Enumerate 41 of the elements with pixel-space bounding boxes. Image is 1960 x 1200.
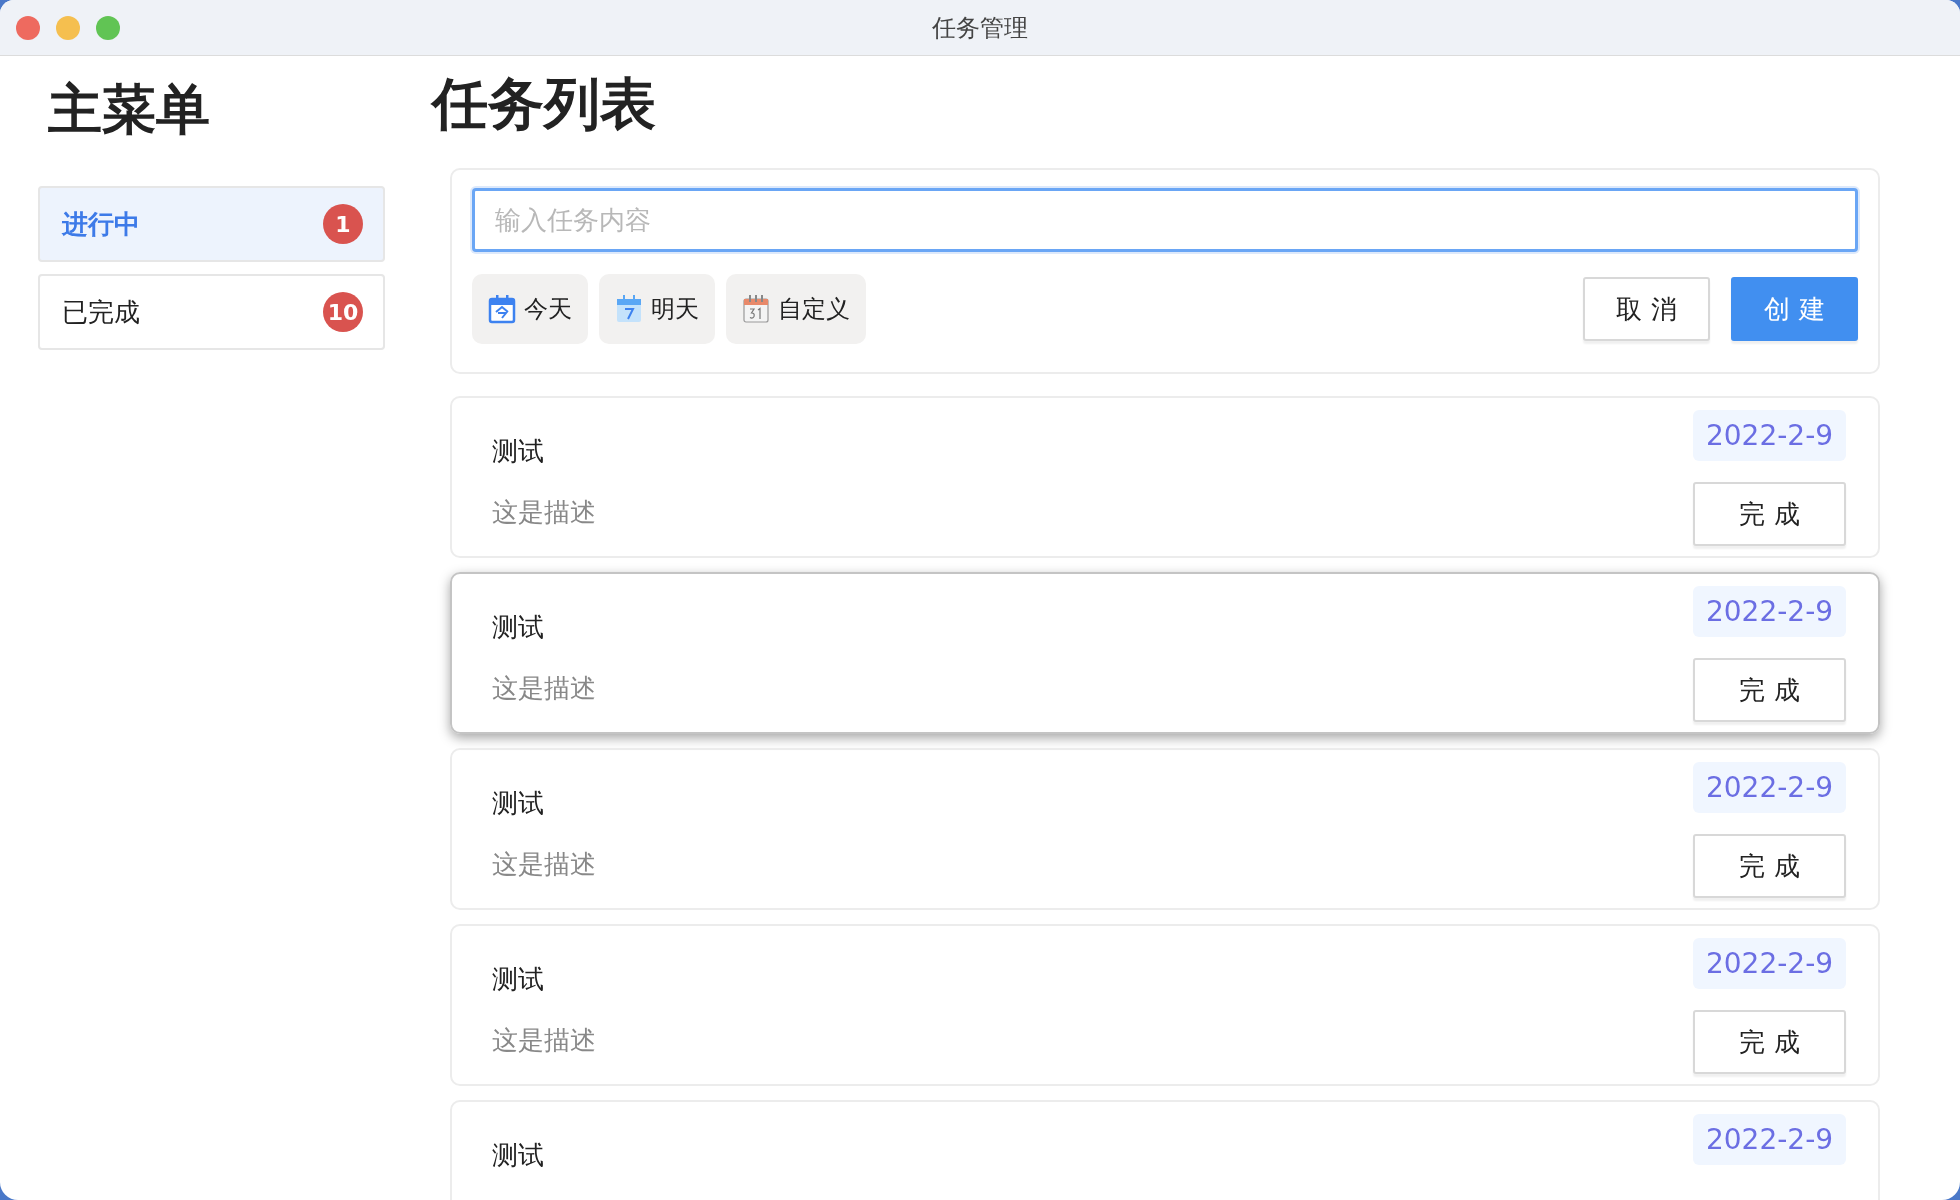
task-card[interactable]: 测试 这是描述 2022-2-9 完 成 xyxy=(450,572,1880,734)
task-title: 测试 xyxy=(492,787,545,820)
due-date-tag: 2022-2-9 xyxy=(1693,586,1846,637)
task-title: 测试 xyxy=(492,435,545,468)
complete-button[interactable]: 完 成 xyxy=(1693,658,1846,722)
menu-item[interactable]: 进行中 1 xyxy=(38,186,385,262)
task-card[interactable]: 测试 这是描述 2022-2-9 完 成 xyxy=(450,748,1880,910)
date-option-button[interactable]: 自定义 xyxy=(726,274,866,344)
date-option-button[interactable]: 今天 xyxy=(472,274,588,344)
calendar-icon xyxy=(742,294,770,324)
task-description: 这是描述 xyxy=(492,848,596,881)
sidebar-title: 主菜单 xyxy=(48,77,211,143)
task-card[interactable]: 测试 这是描述 2022-2-9 完 成 xyxy=(450,924,1880,1086)
calendar-icon xyxy=(615,294,643,324)
calendar-icon xyxy=(488,294,516,324)
minimize-button[interactable] xyxy=(56,16,80,40)
count-badge: 1 xyxy=(323,204,363,244)
complete-button[interactable]: 完 成 xyxy=(1693,1010,1846,1074)
task-title: 测试 xyxy=(492,963,545,996)
task-title: 测试 xyxy=(492,1139,544,1172)
task-input-field[interactable]: 输入任务内容 xyxy=(472,188,1858,252)
complete-button[interactable]: 完 成 xyxy=(1693,482,1846,546)
due-date-tag: 2022-2-9 xyxy=(1693,762,1846,813)
cancel-button[interactable]: 取 消 xyxy=(1583,277,1710,341)
date-option-button[interactable]: 明天 xyxy=(599,274,715,344)
task-description: 这是描述 xyxy=(492,672,596,705)
task-title: 测试 xyxy=(492,611,545,644)
count-badge: 10 xyxy=(323,292,363,332)
zoom-button[interactable] xyxy=(96,16,120,40)
task-description: 这是描述 xyxy=(492,1024,596,1057)
close-button[interactable] xyxy=(16,16,40,40)
window-title: 任务管理 xyxy=(932,12,1028,44)
due-date-tag: 2022-2-9 xyxy=(1693,410,1846,461)
task-card[interactable]: 测试 2022-2-9 xyxy=(450,1100,1880,1200)
task-description: 这是描述 xyxy=(492,496,596,529)
due-date-tag: 2022-2-9 xyxy=(1693,1114,1846,1165)
due-date-tag: 2022-2-9 xyxy=(1693,938,1846,989)
menu-item[interactable]: 已完成 10 xyxy=(38,274,385,350)
complete-button[interactable]: 完 成 xyxy=(1693,834,1846,898)
page-title: 任务列表 xyxy=(432,70,657,138)
task-card[interactable]: 测试 这是描述 2022-2-9 完 成 xyxy=(450,396,1880,558)
